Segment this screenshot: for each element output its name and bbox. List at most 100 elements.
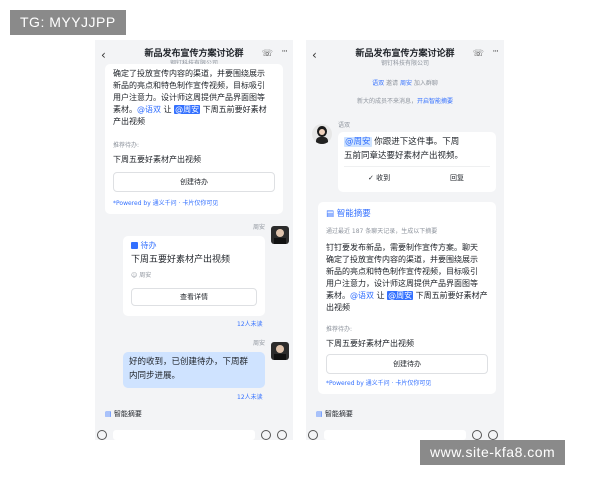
todo-label: 推荐待办: — [326, 326, 353, 333]
sys-text: 邀请 — [384, 80, 400, 87]
watermark-top: TG: MYYJJPP — [10, 10, 126, 35]
summary-text: 下周五前要好素材产 — [413, 291, 488, 300]
message-text: 你跟进下这件事。下周 — [371, 137, 460, 147]
summary-text: 下周五前要好素材 — [200, 105, 267, 114]
chat-header: ‹ 新品发布宣传方案讨论群 钢钉科技有限公司 ☏ ··· — [306, 40, 504, 72]
emoji-icon[interactable] — [472, 430, 482, 440]
mention-yushuang[interactable]: @语双 — [350, 291, 374, 300]
avatar[interactable] — [271, 342, 289, 360]
mention-yushuang[interactable]: @语双 — [137, 105, 161, 114]
avatar[interactable] — [312, 124, 332, 144]
todo-label: 推荐待办: — [113, 142, 140, 149]
voice-icon[interactable] — [97, 430, 107, 440]
plus-icon[interactable] — [488, 430, 498, 440]
phone-icon[interactable]: ☏ — [473, 49, 484, 59]
summary-line: 出视频 — [326, 303, 350, 312]
more-icon[interactable]: ··· — [492, 47, 499, 57]
smart-summary-card: ▤ 智能摘要 通过最近 187 条聊天记录，生成以下摘要 钉钉要发布新品，需要制… — [318, 202, 496, 394]
task-title: 下周五要好素材产出视频 — [131, 255, 231, 265]
avatar[interactable] — [271, 226, 289, 244]
document-icon: ▤ — [326, 209, 335, 219]
smart-summary-entry[interactable]: ▤ 智能摘要 — [316, 408, 353, 420]
enable-summary-link[interactable]: 开启智能摘要 — [417, 98, 453, 105]
phone-screen-right: ‹ 新品发布宣传方案讨论群 钢钉科技有限公司 ☏ ··· 语双 邀请 周安 加入… — [306, 40, 504, 440]
read-status[interactable]: 12人未读 — [237, 392, 263, 404]
reply-button[interactable]: 回复 — [450, 172, 464, 184]
checkbox-icon — [131, 242, 138, 249]
sys-text: 新大的成员不来消息， — [356, 98, 417, 105]
check-icon: ✓ — [368, 174, 374, 182]
mention-zhouan[interactable]: @周安 — [344, 137, 372, 147]
summary-header: ▤ 智能摘要 — [326, 208, 371, 220]
task-tag: 待办 — [131, 240, 157, 252]
summary-title: 智能摘要 — [336, 209, 371, 219]
sys-text: 加入群聊 — [411, 80, 438, 87]
document-icon: ▤ — [105, 410, 112, 418]
message-bubble[interactable]: 好的收到，已创建待办，下周群 内同步进展。 — [123, 352, 265, 388]
summary-card: 确定了投放宣传内容的渠道，并要围绕展示 新品的亮点和特色制作宣传视频，目标吸引 … — [105, 64, 283, 214]
view-details-button[interactable]: 查看详情 — [131, 288, 257, 306]
chat-subtitle: 钢钉科技有限公司 — [380, 60, 429, 67]
summary-line: 产出视频 — [113, 117, 145, 126]
summary-text: 素材。 — [326, 291, 350, 300]
received-button[interactable]: ✓ 收到 — [368, 172, 390, 184]
read-status[interactable]: 12人未读 — [237, 319, 263, 331]
mention-zhouan[interactable]: @周安 — [387, 291, 414, 300]
emoji-icon[interactable] — [261, 430, 271, 440]
task-assignee-name: 周安 — [139, 272, 152, 279]
smart-summary-label: 智能摘要 — [324, 410, 353, 418]
message-input[interactable] — [113, 430, 255, 440]
summary-line: 新品的亮点和特色制作宣传视频，目标吸引 — [113, 81, 265, 90]
smart-summary-entry[interactable]: ▤ 智能摘要 — [105, 408, 142, 420]
sender-name: 语双 — [338, 122, 351, 129]
create-todo-button[interactable]: 创建待办 — [113, 172, 275, 192]
divider — [344, 166, 490, 167]
sender-name: 周安 — [253, 224, 266, 231]
voice-icon[interactable] — [308, 430, 318, 440]
message-line: 好的收到，已创建待办，下周群 — [129, 357, 249, 367]
message-line: 内同步进展。 — [129, 371, 181, 381]
user-icon: ☺ — [131, 272, 138, 279]
summary-line: 确定了投放宣传内容的渠道，并要围绕展示 — [326, 255, 478, 264]
task-card[interactable]: 待办 下周五要好素材产出视频 ☺ 周安 查看详情 — [123, 236, 265, 316]
sender-name: 周安 — [253, 340, 266, 347]
received-label: 收到 — [376, 174, 391, 182]
sys-user[interactable]: 周安 — [400, 80, 412, 87]
task-tag-label: 待办 — [140, 241, 157, 250]
message-card[interactable]: @周安 你跟进下这件事。下周 五前同章达要好素材产出视频。 ✓ 收到 回复 — [338, 132, 496, 192]
input-bar — [306, 426, 504, 440]
summary-meta: 通过最近 187 条聊天记录，生成以下摘要 — [326, 228, 438, 235]
summary-line: 素材。@语双 让 @周安 下周五前要好素材 — [113, 104, 267, 116]
summary-text: 让 — [161, 105, 175, 114]
summary-line: 素材。@语双 让 @周安 下周五前要好素材产 — [326, 290, 488, 302]
more-icon[interactable]: ··· — [281, 47, 288, 57]
message-line: 五前同章达要好素材产出视频。 — [344, 151, 464, 161]
document-icon: ▤ — [316, 410, 323, 418]
system-message: 语双 邀请 周安 加入群聊 — [306, 78, 504, 90]
phone-icon[interactable]: ☏ — [262, 49, 273, 59]
system-message: 新大的成员不来消息，开启智能摘要 — [306, 96, 504, 108]
summary-line: 钉钉要发布新品，需要制作宣传方案。聊天 — [326, 243, 478, 252]
powered-by: *Powered by 通义千问 · 卡片仅你可见 — [326, 380, 432, 387]
summary-text: 让 — [374, 291, 388, 300]
sys-user[interactable]: 语双 — [372, 80, 384, 87]
create-todo-button[interactable]: 创建待办 — [326, 354, 488, 374]
phone-screen-left: ‹ 新品发布宣传方案讨论群 钢钉科技有限公司 ☏ ··· 确定了投放宣传内容的渠… — [95, 40, 293, 440]
mention-zhouan[interactable]: @周安 — [174, 105, 201, 114]
summary-line: 用户注意力。设计师这周提供产品界面图等 — [113, 93, 265, 102]
powered-by: *Powered by 通义千问 · 卡片仅你可见 — [113, 200, 219, 207]
smart-summary-label: 智能摘要 — [113, 410, 142, 418]
summary-line: 确定了投放宣传内容的渠道，并要围绕展示 — [113, 69, 265, 78]
input-bar — [95, 426, 293, 440]
summary-line: 用户注意力，设计师这周提供产品界面图等 — [326, 279, 478, 288]
message-line: @周安 你跟进下这件事。下周 — [344, 136, 459, 148]
column-divider — [293, 40, 306, 440]
watermark-bottom: www.site-kfa8.com — [420, 440, 566, 465]
message-input[interactable] — [324, 430, 466, 440]
todo-text: 下周五要好素材产出视频 — [113, 155, 201, 164]
todo-text: 下周五要好素材产出视频 — [326, 339, 414, 348]
summary-text: 素材。 — [113, 105, 137, 114]
summary-line: 新品的亮点和特色制作宣传视频，目标吸引 — [326, 267, 478, 276]
task-assignee: ☺ 周安 — [131, 270, 151, 282]
plus-icon[interactable] — [277, 430, 287, 440]
